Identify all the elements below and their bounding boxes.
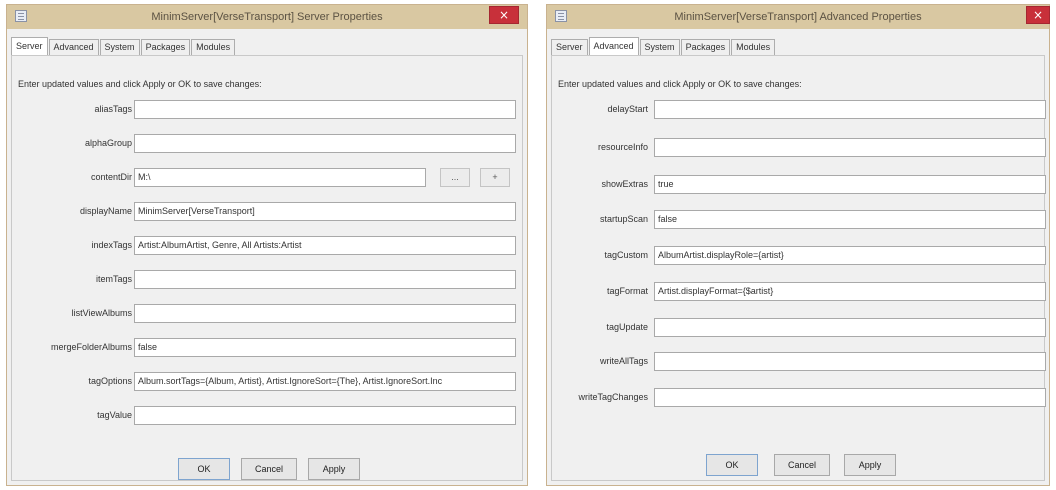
property-row-tagcustom: tagCustom AlbumArtist.displayRole={artis… bbox=[552, 246, 1046, 266]
field-label: tagValue bbox=[97, 410, 132, 420]
property-row-itemtags: itemTags bbox=[12, 270, 522, 290]
resourceinfo-field[interactable] bbox=[654, 138, 1046, 157]
cancel-button[interactable]: Cancel bbox=[241, 458, 297, 480]
tab-server[interactable]: Server bbox=[11, 37, 48, 55]
instruction-text: Enter updated values and click Apply or … bbox=[18, 79, 262, 89]
add-folder-button[interactable]: + bbox=[480, 168, 510, 187]
ok-button[interactable]: OK bbox=[178, 458, 230, 480]
field-label: tagCustom bbox=[604, 250, 648, 260]
property-row-startupscan: startupScan false bbox=[552, 210, 1046, 230]
property-row-writealltags: writeAllTags bbox=[552, 352, 1046, 372]
field-label: aliasTags bbox=[94, 104, 132, 114]
tab-system[interactable]: System bbox=[99, 39, 140, 55]
field-label: tagOptions bbox=[88, 376, 132, 386]
property-row-tagvalue: tagValue bbox=[12, 406, 522, 426]
field-label: indexTags bbox=[91, 240, 132, 250]
contentdir-field[interactable]: M:\ bbox=[134, 168, 426, 187]
tab-packages[interactable]: Packages bbox=[680, 39, 731, 55]
field-label: writeAllTags bbox=[599, 356, 648, 366]
writetagchanges-field[interactable] bbox=[654, 388, 1046, 407]
tab-system[interactable]: System bbox=[639, 39, 680, 55]
field-label: tagFormat bbox=[606, 286, 648, 296]
tagvalue-field[interactable] bbox=[134, 406, 516, 425]
window-title: MinimServer[VerseTransport] Advanced Pro… bbox=[674, 11, 922, 23]
displayname-field[interactable]: MinimServer[VerseTransport] bbox=[134, 202, 516, 221]
field-label: showExtras bbox=[601, 179, 648, 189]
field-label: alphaGroup bbox=[84, 138, 132, 148]
field-label: contentDir bbox=[90, 172, 132, 182]
itemtags-field[interactable] bbox=[134, 270, 516, 289]
property-row-indextags: indexTags Artist:AlbumArtist, Genre, All… bbox=[12, 236, 522, 256]
property-row-tagformat: tagFormat Artist.displayFormat={$artist} bbox=[552, 282, 1046, 302]
tab-advanced[interactable]: Advanced bbox=[588, 37, 639, 55]
ok-button[interactable]: OK bbox=[706, 454, 758, 476]
server-properties-dialog: MinimServer[VerseTransport] Server Prope… bbox=[6, 4, 528, 486]
title-bar[interactable]: MinimServer[VerseTransport] Advanced Pro… bbox=[547, 5, 1050, 29]
listviewalbums-field[interactable] bbox=[134, 304, 516, 323]
property-row-listviewalbums: listViewAlbums bbox=[12, 304, 522, 324]
property-row-displayname: displayName MinimServer[VerseTransport] bbox=[12, 202, 522, 222]
tab-advanced[interactable]: Advanced bbox=[48, 39, 99, 55]
tab-modules[interactable]: Modules bbox=[191, 39, 236, 55]
browse-button[interactable]: ... bbox=[440, 168, 470, 187]
tab-modules[interactable]: Modules bbox=[731, 39, 776, 55]
title-bar[interactable]: MinimServer[VerseTransport] Server Prope… bbox=[7, 5, 527, 29]
property-row-mergefolderalbums: mergeFolderAlbums false bbox=[12, 338, 522, 358]
alphagroup-field[interactable] bbox=[134, 134, 516, 153]
indextags-field[interactable]: Artist:AlbumArtist, Genre, All Artists:A… bbox=[134, 236, 516, 255]
field-label: writeTagChanges bbox=[578, 392, 648, 402]
tab-server[interactable]: Server bbox=[551, 39, 588, 55]
apply-button[interactable]: Apply bbox=[308, 458, 360, 480]
tab-packages[interactable]: Packages bbox=[140, 39, 191, 55]
tagupdate-field[interactable] bbox=[654, 318, 1046, 337]
field-label: tagUpdate bbox=[606, 322, 648, 332]
window-title: MinimServer[VerseTransport] Server Prope… bbox=[151, 11, 383, 23]
property-row-alphagroup: alphaGroup bbox=[12, 134, 522, 154]
field-label: mergeFolderAlbums bbox=[50, 342, 132, 352]
field-label: resourceInfo bbox=[597, 142, 648, 152]
delaystart-field[interactable] bbox=[654, 100, 1046, 119]
tab-panel: Enter updated values and click Apply or … bbox=[551, 55, 1046, 481]
showextras-field[interactable]: true bbox=[654, 175, 1046, 194]
property-row-contentdir: contentDir M:\ ... + bbox=[12, 168, 522, 188]
instruction-text: Enter updated values and click Apply or … bbox=[558, 79, 802, 89]
property-row-resourceinfo: resourceInfo bbox=[552, 138, 1046, 158]
field-label: listViewAlbums bbox=[71, 308, 132, 318]
tagoptions-field[interactable]: Album.sortTags={Album, Artist}, Artist.I… bbox=[134, 372, 516, 391]
apply-button[interactable]: Apply bbox=[844, 454, 896, 476]
field-label: displayName bbox=[79, 206, 132, 216]
aliastags-field[interactable] bbox=[134, 100, 516, 119]
writealltags-field[interactable] bbox=[654, 352, 1046, 371]
field-label: startupScan bbox=[599, 214, 648, 224]
property-row-writetagchanges: writeTagChanges bbox=[552, 388, 1046, 408]
mergefolderalbums-field[interactable]: false bbox=[134, 338, 516, 357]
tab-strip: Server Advanced System Packages Modules bbox=[551, 37, 776, 55]
app-window-icon bbox=[555, 10, 567, 22]
tagformat-field[interactable]: Artist.displayFormat={$artist} bbox=[654, 282, 1046, 301]
tagcustom-field[interactable]: AlbumArtist.displayRole={artist} bbox=[654, 246, 1046, 265]
property-row-delaystart: delayStart bbox=[552, 100, 1046, 120]
tab-panel: Enter updated values and click Apply or … bbox=[11, 55, 523, 481]
property-row-showextras: showExtras true bbox=[552, 175, 1046, 195]
advanced-properties-dialog: MinimServer[VerseTransport] Advanced Pro… bbox=[546, 4, 1050, 486]
cancel-button[interactable]: Cancel bbox=[774, 454, 830, 476]
tab-strip: Server Advanced System Packages Modules bbox=[11, 37, 236, 55]
app-window-icon bbox=[15, 10, 27, 22]
property-row-aliastags: aliasTags bbox=[12, 100, 522, 120]
property-row-tagoptions: tagOptions Album.sortTags={Album, Artist… bbox=[12, 372, 522, 392]
property-row-tagupdate: tagUpdate bbox=[552, 318, 1046, 338]
close-button[interactable]: × bbox=[1026, 6, 1050, 24]
field-label: itemTags bbox=[95, 274, 132, 284]
field-label: delayStart bbox=[607, 104, 648, 114]
startupscan-field[interactable]: false bbox=[654, 210, 1046, 229]
close-button[interactable]: × bbox=[489, 6, 519, 24]
